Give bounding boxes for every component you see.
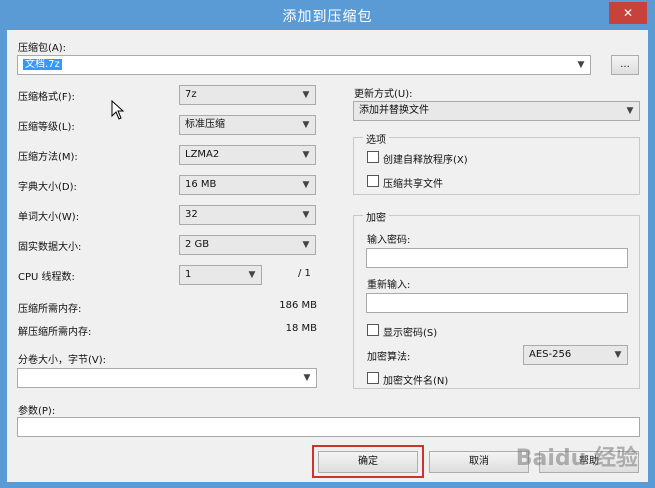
chevron-down-icon: ▼ bbox=[302, 180, 310, 190]
format-label: 压缩格式(F): bbox=[18, 92, 75, 103]
show-password-label: 显示密码(S) bbox=[383, 328, 438, 339]
update-mode-select[interactable]: 添加并替换文件 ▼ bbox=[353, 101, 640, 121]
title-bar: 添加到压缩包 ✕ bbox=[0, 0, 655, 30]
method-value: LZMA2 bbox=[185, 149, 220, 160]
sfx-label: 创建自释放程序(X) bbox=[383, 155, 468, 166]
baidu-watermark: Baidu 经验 bbox=[515, 446, 638, 471]
chevron-down-icon: ▼ bbox=[302, 120, 310, 130]
chevron-down-icon: ▼ bbox=[302, 90, 310, 100]
chevron-down-icon: ▼ bbox=[626, 106, 634, 116]
split-label: 分卷大小，字节(V): bbox=[18, 355, 107, 366]
solid-select[interactable]: 2 GB ▼ bbox=[179, 235, 316, 255]
chevron-down-icon: ▼ bbox=[302, 210, 310, 220]
chevron-down-icon: ▼ bbox=[302, 150, 310, 160]
solid-value: 2 GB bbox=[185, 239, 210, 250]
method-label: 压缩方法(M): bbox=[18, 152, 78, 163]
password-label: 输入密码: bbox=[367, 235, 411, 246]
update-value: 添加并替换文件 bbox=[359, 105, 429, 116]
level-label: 压缩等级(L): bbox=[18, 122, 75, 133]
decompress-memory-label: 解压缩所需内存: bbox=[18, 327, 92, 338]
reenter-password-input[interactable] bbox=[366, 293, 628, 313]
reenter-password-label: 重新输入: bbox=[367, 280, 411, 291]
archive-name-input[interactable]: 文档.7z ▼ bbox=[17, 55, 591, 75]
mouse-cursor-icon bbox=[111, 100, 125, 120]
shared-files-label: 压缩共享文件 bbox=[383, 179, 443, 190]
password-input[interactable] bbox=[366, 248, 628, 268]
compress-memory-label: 压缩所需内存: bbox=[18, 304, 82, 315]
dict-select[interactable]: 16 MB ▼ bbox=[179, 175, 316, 195]
window-title: 添加到压缩包 bbox=[282, 9, 373, 25]
browse-button[interactable]: ... bbox=[611, 55, 639, 75]
encryption-method-value: AES-256 bbox=[529, 349, 572, 360]
encrypt-names-checkbox[interactable] bbox=[367, 372, 379, 384]
encryption-method-select[interactable]: AES-256 ▼ bbox=[523, 345, 628, 365]
archive-label: 压缩包(A): bbox=[18, 43, 67, 54]
decompress-memory-value: 18 MB bbox=[285, 323, 317, 334]
compress-memory-value: 186 MB bbox=[279, 300, 317, 311]
word-select[interactable]: 32 ▼ bbox=[179, 205, 316, 225]
encryption-method-label: 加密算法: bbox=[367, 352, 411, 363]
format-value: 7z bbox=[185, 89, 197, 100]
chevron-down-icon: ▼ bbox=[248, 270, 256, 280]
params-label: 参数(P): bbox=[18, 406, 56, 417]
chevron-down-icon[interactable]: ▼ bbox=[576, 56, 586, 74]
shared-files-checkbox[interactable] bbox=[367, 175, 379, 187]
ok-button[interactable]: 确定 bbox=[318, 451, 418, 473]
cpu-select[interactable]: 1 ▼ bbox=[179, 265, 262, 285]
options-title: 选项 bbox=[363, 131, 389, 146]
cpu-total: / 1 bbox=[298, 268, 311, 279]
level-select[interactable]: 标准压缩 ▼ bbox=[179, 115, 316, 135]
params-input[interactable] bbox=[17, 417, 640, 437]
encryption-title: 加密 bbox=[363, 209, 389, 224]
dict-value: 16 MB bbox=[185, 179, 217, 190]
archive-name-value: 文档.7z bbox=[23, 59, 62, 70]
show-password-checkbox[interactable] bbox=[367, 324, 379, 336]
sfx-checkbox[interactable] bbox=[367, 151, 379, 163]
encrypt-names-label: 加密文件名(N) bbox=[383, 376, 449, 387]
word-value: 32 bbox=[185, 209, 198, 220]
chevron-down-icon: ▼ bbox=[302, 240, 310, 250]
cancel-button[interactable]: 取消 bbox=[429, 451, 529, 473]
level-value: 标准压缩 bbox=[185, 119, 225, 130]
format-select[interactable]: 7z ▼ bbox=[179, 85, 316, 105]
cpu-value: 1 bbox=[185, 269, 192, 280]
cpu-label: CPU 线程数: bbox=[18, 272, 75, 283]
close-button[interactable]: ✕ bbox=[609, 2, 647, 24]
split-size-input[interactable]: ▼ bbox=[17, 368, 317, 388]
method-select[interactable]: LZMA2 ▼ bbox=[179, 145, 316, 165]
chevron-down-icon: ▼ bbox=[303, 373, 311, 383]
word-label: 单词大小(W): bbox=[18, 212, 80, 223]
dict-label: 字典大小(D): bbox=[18, 182, 77, 193]
solid-label: 固实数据大小: bbox=[18, 242, 82, 253]
dialog-body: 压缩包(A): 文档.7z ▼ ... 压缩格式(F): 7z ▼ 压缩等级(L)… bbox=[7, 30, 648, 482]
update-label: 更新方式(U): bbox=[354, 89, 413, 100]
chevron-down-icon: ▼ bbox=[614, 350, 622, 360]
